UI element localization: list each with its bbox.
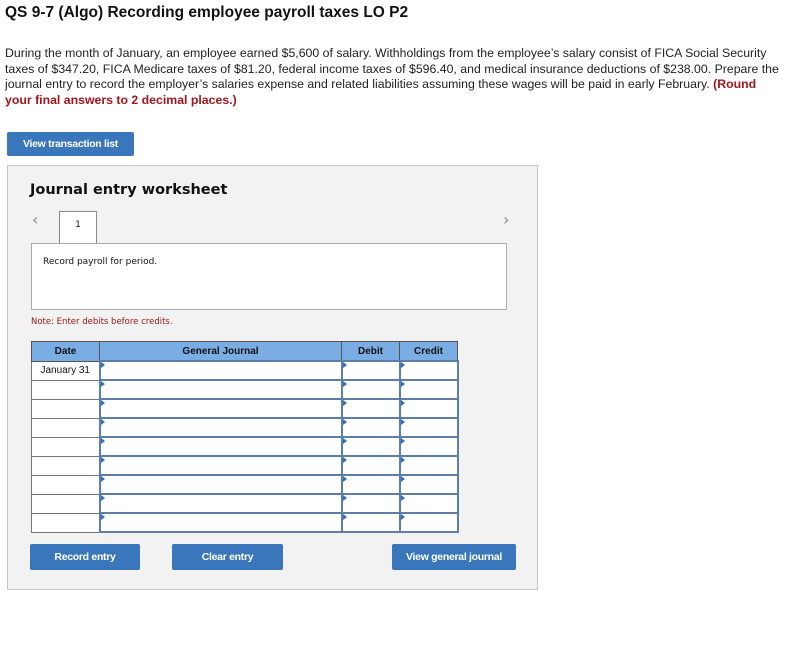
journal-row: January 31 [31, 360, 459, 381]
credit-input[interactable] [398, 360, 459, 381]
journal-row [31, 379, 459, 400]
account-input[interactable] [98, 455, 343, 476]
view-general-journal-button[interactable]: View general journal [392, 544, 516, 570]
journal-row [31, 417, 459, 438]
journal-header-row: Date General Journal Debit Credit [31, 341, 458, 362]
journal-row [31, 436, 459, 457]
journal-date-cell [31, 493, 100, 514]
journal-table: Date General Journal Debit Credit Januar… [31, 341, 459, 533]
journal-date-cell [31, 512, 100, 533]
view-transaction-list-button[interactable]: View transaction list [7, 132, 134, 156]
entry-description: Record payroll for period. [43, 257, 158, 267]
credit-input[interactable] [398, 474, 459, 495]
debit-input[interactable] [340, 512, 401, 533]
debit-input[interactable] [340, 398, 401, 419]
worksheet-tab-1[interactable]: 1 [59, 211, 97, 243]
account-input[interactable] [98, 512, 343, 533]
account-input[interactable] [98, 379, 343, 400]
journal-row [31, 398, 459, 419]
account-input[interactable] [98, 360, 343, 381]
debit-input[interactable] [340, 493, 401, 514]
journal-row [31, 512, 459, 533]
credit-input[interactable] [398, 417, 459, 438]
journal-date-cell [31, 455, 100, 476]
debit-input[interactable] [340, 379, 401, 400]
journal-date-cell [31, 417, 100, 438]
clear-entry-button[interactable]: Clear entry [172, 544, 283, 570]
debits-note: Note: Enter debits before credits. [31, 317, 173, 327]
question-text: During the month of January, an employee… [5, 46, 779, 91]
credit-input[interactable] [398, 436, 459, 457]
header-credit: Credit [399, 341, 458, 362]
question-body: During the month of January, an employee… [5, 46, 785, 108]
chevron-left-icon[interactable]: ‹ [32, 210, 38, 229]
account-input[interactable] [98, 417, 343, 438]
entry-description-box: Record payroll for period. [31, 243, 507, 310]
debit-input[interactable] [340, 436, 401, 457]
header-date: Date [31, 341, 100, 362]
credit-input[interactable] [398, 398, 459, 419]
debit-input[interactable] [340, 474, 401, 495]
journal-date-cell [31, 436, 100, 457]
header-debit: Debit [341, 341, 400, 362]
debit-input[interactable] [340, 417, 401, 438]
journal-entry-worksheet: Journal entry worksheet ‹ 1 › Record pay… [7, 165, 538, 590]
header-general-journal: General Journal [99, 341, 342, 362]
account-input[interactable] [98, 493, 343, 514]
account-input[interactable] [98, 398, 343, 419]
account-input[interactable] [98, 474, 343, 495]
question-title: QS 9-7 (Algo) Recording employee payroll… [5, 4, 409, 21]
debit-input[interactable] [340, 455, 401, 476]
credit-input[interactable] [398, 379, 459, 400]
account-input[interactable] [98, 436, 343, 457]
journal-row [31, 474, 459, 495]
journal-row [31, 493, 459, 514]
debit-input[interactable] [340, 360, 401, 381]
record-entry-button[interactable]: Record entry [30, 544, 140, 570]
chevron-right-icon[interactable]: › [503, 210, 509, 229]
credit-input[interactable] [398, 455, 459, 476]
worksheet-title: Journal entry worksheet [30, 182, 228, 198]
journal-date-cell [31, 379, 100, 400]
journal-date-cell: January 31 [31, 360, 100, 381]
journal-date-cell [31, 474, 100, 495]
credit-input[interactable] [398, 493, 459, 514]
credit-input[interactable] [398, 512, 459, 533]
journal-row [31, 455, 459, 476]
journal-date-cell [31, 398, 100, 419]
journal-body: January 31 [31, 360, 459, 533]
